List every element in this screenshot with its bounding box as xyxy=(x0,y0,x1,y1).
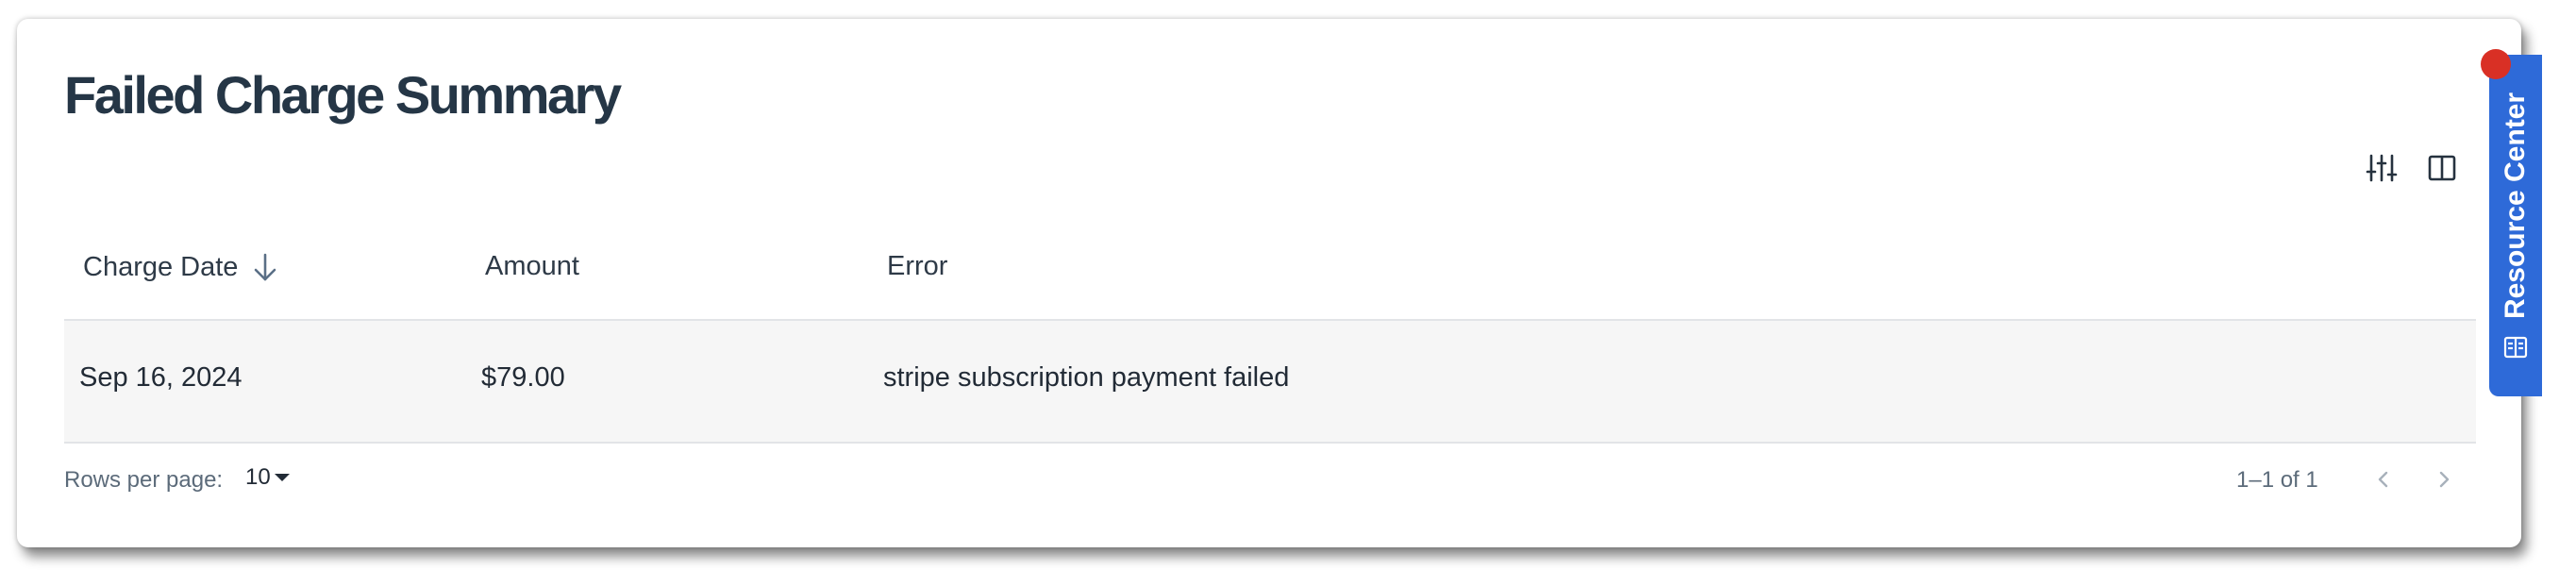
resource-center-tab[interactable]: Resource Center xyxy=(2489,55,2542,396)
resource-center-content: Resource Center xyxy=(2489,91,2542,362)
page-title: Failed Charge Summary xyxy=(64,65,622,125)
notification-badge xyxy=(2481,49,2511,79)
pagination-range: 1–1 of 1 xyxy=(2236,467,2318,493)
column-layout-icon xyxy=(2428,155,2456,181)
column-header-amount[interactable]: Amount xyxy=(485,251,579,282)
column-header-error[interactable]: Error xyxy=(887,251,947,282)
column-header-label: Amount xyxy=(485,251,579,281)
sliders-icon xyxy=(2366,154,2398,182)
amount-cell: $79.00 xyxy=(481,362,565,393)
filter-button[interactable] xyxy=(2361,147,2402,189)
previous-page-button[interactable] xyxy=(2367,462,2400,496)
rows-per-page-select[interactable]: 10 xyxy=(245,464,290,491)
chevron-left-icon xyxy=(2378,471,2388,488)
columns-button[interactable] xyxy=(2421,147,2463,189)
rows-per-page-value: 10 xyxy=(245,464,271,490)
column-header-label: Error xyxy=(887,251,948,281)
rows-per-page-label: Rows per page: xyxy=(64,467,224,493)
table-row[interactable]: Sep 16, 2024 $79.00 stripe subscription … xyxy=(64,321,2476,444)
error-cell: stripe subscription payment failed xyxy=(883,362,1290,393)
chevron-right-icon xyxy=(2439,471,2450,488)
caret-down-icon xyxy=(274,474,290,481)
column-header-charge-date[interactable]: Charge Date xyxy=(83,251,279,283)
table-header: Charge Date Amount Error xyxy=(64,217,2476,321)
charge-date-cell: Sep 16, 2024 xyxy=(79,362,243,393)
next-page-button[interactable] xyxy=(2427,462,2461,496)
failed-charge-card: Failed Charge Summary Charge Date Amount… xyxy=(17,19,2521,547)
book-icon xyxy=(2503,336,2528,359)
column-header-label: Charge Date xyxy=(83,251,239,282)
arrow-down-icon xyxy=(255,253,276,281)
resource-center-label: Resource Center xyxy=(2500,92,2531,320)
